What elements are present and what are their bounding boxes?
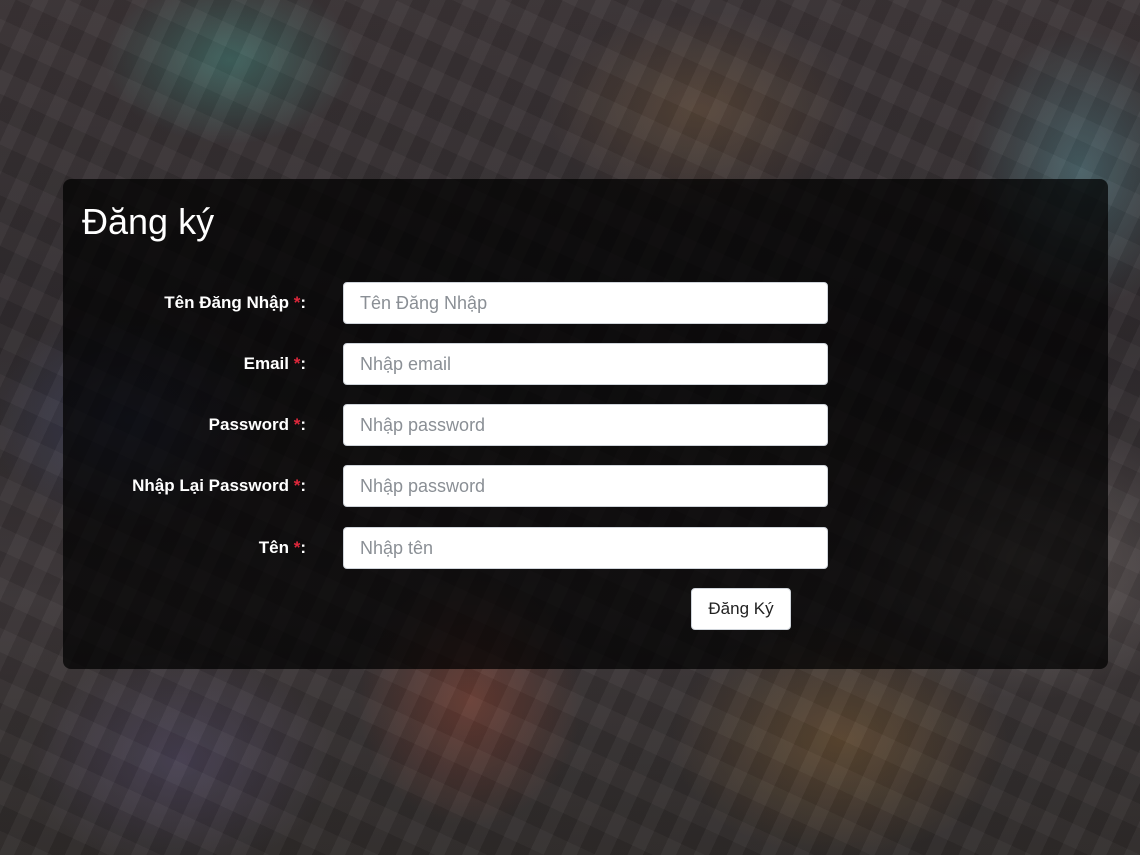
page-title: Đăng ký <box>82 201 215 242</box>
name-input[interactable] <box>343 527 828 569</box>
required-mark: * <box>293 415 301 434</box>
confirm-password-row: Nhập Lại Password *: <box>63 465 1108 507</box>
username-row: Tên Đăng Nhập *: <box>63 282 1108 324</box>
confirm-password-label: Nhập Lại Password *: <box>132 476 306 495</box>
register-panel: Đăng ký Tên Đăng Nhập *: Email *: Passwo… <box>63 179 1108 669</box>
required-mark: * <box>293 476 301 495</box>
password-label: Password *: <box>208 415 306 434</box>
required-mark: * <box>293 354 301 373</box>
name-label: Tên *: <box>258 538 306 557</box>
username-input[interactable] <box>343 282 828 324</box>
password-input[interactable] <box>343 404 828 446</box>
email-label: Email *: <box>243 354 306 373</box>
confirm-password-input[interactable] <box>343 465 828 507</box>
email-row: Email *: <box>63 343 1108 385</box>
name-row: Tên *: <box>63 527 1108 569</box>
page: Đăng ký Tên Đăng Nhập *: Email *: Passwo… <box>0 0 1140 855</box>
password-row: Password *: <box>63 404 1108 446</box>
required-mark: * <box>293 293 301 312</box>
email-input[interactable] <box>343 343 828 385</box>
register-button[interactable]: Đăng Ký <box>691 588 791 630</box>
username-label: Tên Đăng Nhập *: <box>164 293 306 312</box>
required-mark: * <box>293 538 301 557</box>
